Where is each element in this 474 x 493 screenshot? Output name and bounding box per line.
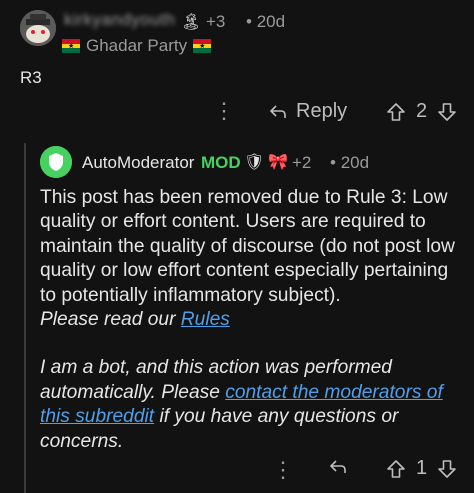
downvote-icon[interactable]	[437, 102, 457, 122]
comment-username[interactable]: kirkyandyouth	[64, 10, 175, 30]
reply-time: • 20d	[330, 153, 370, 172]
user-flair: ★ Ghadar Party ★	[62, 36, 212, 56]
reply-award-count: +2	[292, 153, 312, 172]
vote-controls: 2	[386, 100, 457, 123]
shield-icon	[40, 146, 72, 178]
upvote-icon[interactable]	[386, 102, 406, 122]
reply-arrow-icon	[329, 460, 346, 473]
bot-notice: I am a bot, and this action was performe…	[40, 357, 443, 452]
removal-notice: This post has been removed due to Rule 3…	[40, 187, 455, 306]
reply-more-options-icon[interactable]: ⋮	[272, 457, 294, 483]
comment-body: R3	[20, 68, 42, 87]
downvote-icon[interactable]	[437, 459, 457, 479]
snoo-avatar-icon	[20, 10, 56, 46]
award-count: +3	[206, 12, 226, 31]
bow-award-icon: 🎀	[268, 154, 288, 171]
more-options-icon[interactable]: ⋮	[213, 100, 235, 122]
reply-arrow-icon	[269, 104, 286, 118]
ghana-flag-icon: ★	[62, 39, 80, 53]
reply-vote-controls: 1	[386, 457, 457, 480]
mod-badge: MOD	[201, 153, 241, 172]
upvote-icon[interactable]	[386, 459, 406, 479]
automoderator-avatar[interactable]	[40, 146, 72, 178]
ghana-flag-icon: ★	[193, 39, 212, 53]
reply-body: This post has been removed due to Rule 3…	[40, 186, 465, 454]
rules-link[interactable]: Rules	[181, 309, 230, 330]
reply-button[interactable]: Reply	[268, 100, 347, 123]
rules-notice: Please read our Rules	[40, 309, 230, 331]
shield-award-icon: 🛡	[244, 154, 265, 171]
reply-label: Reply	[296, 100, 348, 122]
user-avatar[interactable]	[20, 10, 56, 46]
comment-time: • 20d	[246, 12, 286, 31]
thread-line[interactable]	[24, 143, 26, 493]
score: 2	[416, 100, 428, 122]
reply-reply-button[interactable]	[328, 457, 348, 477]
reply-username[interactable]: AutoModerator	[82, 153, 194, 173]
reply-score: 1	[416, 457, 428, 479]
award-icon: 🏝	[181, 14, 202, 31]
flair-text: Ghadar Party	[86, 36, 188, 55]
